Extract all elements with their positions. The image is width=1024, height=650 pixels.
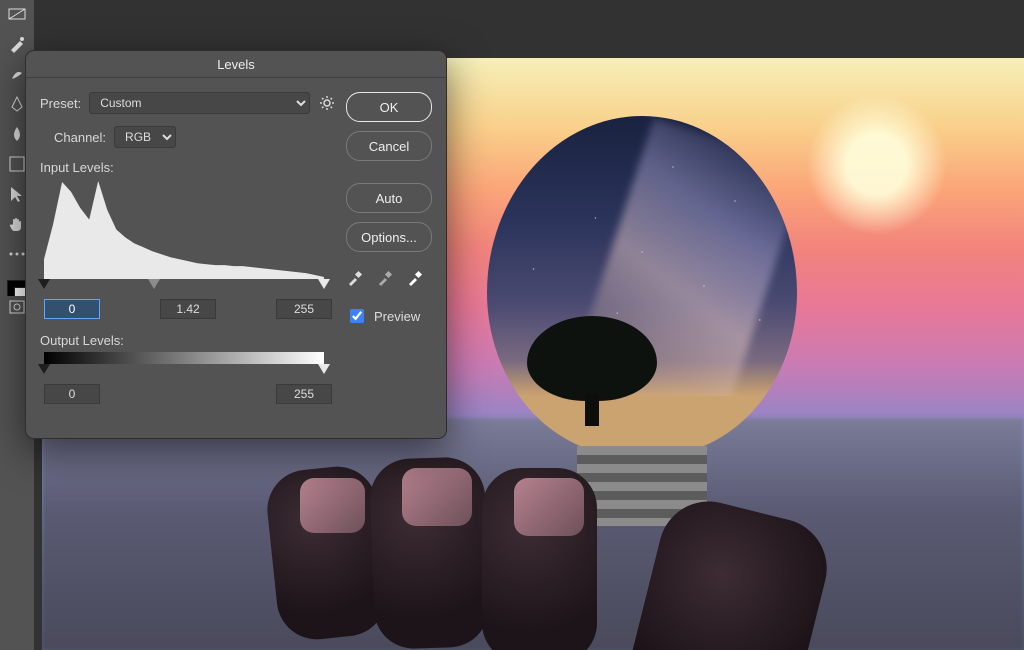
tool-blur[interactable] <box>7 124 27 144</box>
tool-gradient[interactable] <box>7 4 27 24</box>
channel-select[interactable]: RGB <box>114 126 176 148</box>
tool-ellipsis[interactable] <box>7 244 27 264</box>
output-black-field[interactable] <box>44 384 100 404</box>
tool-type[interactable] <box>7 154 27 174</box>
preset-select[interactable]: Custom <box>89 92 310 114</box>
preview-checkbox[interactable]: Preview <box>346 306 432 326</box>
input-levels-label: Input Levels: <box>40 160 336 175</box>
input-gamma-field[interactable] <box>160 299 216 319</box>
input-black-field[interactable] <box>44 299 100 319</box>
channel-label: Channel: <box>54 130 106 145</box>
tool-smudge[interactable] <box>7 64 27 84</box>
tool-brush[interactable] <box>7 34 27 54</box>
ok-button[interactable]: OK <box>346 92 432 122</box>
preview-label: Preview <box>374 309 420 324</box>
input-black-slider[interactable] <box>38 279 50 289</box>
input-gamma-slider[interactable] <box>148 279 160 289</box>
levels-dialog: Levels Preset: Custom Channel: RGB <box>25 50 447 439</box>
tool-pen[interactable] <box>7 94 27 114</box>
tool-path-select[interactable] <box>7 184 27 204</box>
options-button[interactable]: Options... <box>346 222 432 252</box>
preset-menu-icon[interactable] <box>318 94 336 112</box>
eyedropper-black-icon[interactable] <box>346 269 364 287</box>
auto-button[interactable]: Auto <box>346 183 432 213</box>
tool-hand[interactable] <box>7 214 27 234</box>
eyedropper-gray-icon[interactable] <box>376 269 394 287</box>
output-white-slider[interactable] <box>318 364 330 374</box>
histogram <box>40 179 336 279</box>
preview-checkbox-input[interactable] <box>350 309 364 323</box>
input-white-slider[interactable] <box>318 279 330 289</box>
input-levels-slider[interactable] <box>44 279 324 293</box>
eyedropper-white-icon[interactable] <box>406 269 424 287</box>
image-hand <box>242 438 762 650</box>
preset-label: Preset: <box>40 96 81 111</box>
output-black-slider[interactable] <box>38 364 50 374</box>
input-white-field[interactable] <box>276 299 332 319</box>
cancel-button[interactable]: Cancel <box>346 131 432 161</box>
output-levels-slider[interactable] <box>44 364 324 378</box>
output-white-field[interactable] <box>276 384 332 404</box>
output-gradient <box>44 352 324 364</box>
app-root: Levels Preset: Custom Channel: RGB <box>0 0 1024 650</box>
output-levels-label: Output Levels: <box>40 333 336 348</box>
dialog-title[interactable]: Levels <box>26 51 446 78</box>
